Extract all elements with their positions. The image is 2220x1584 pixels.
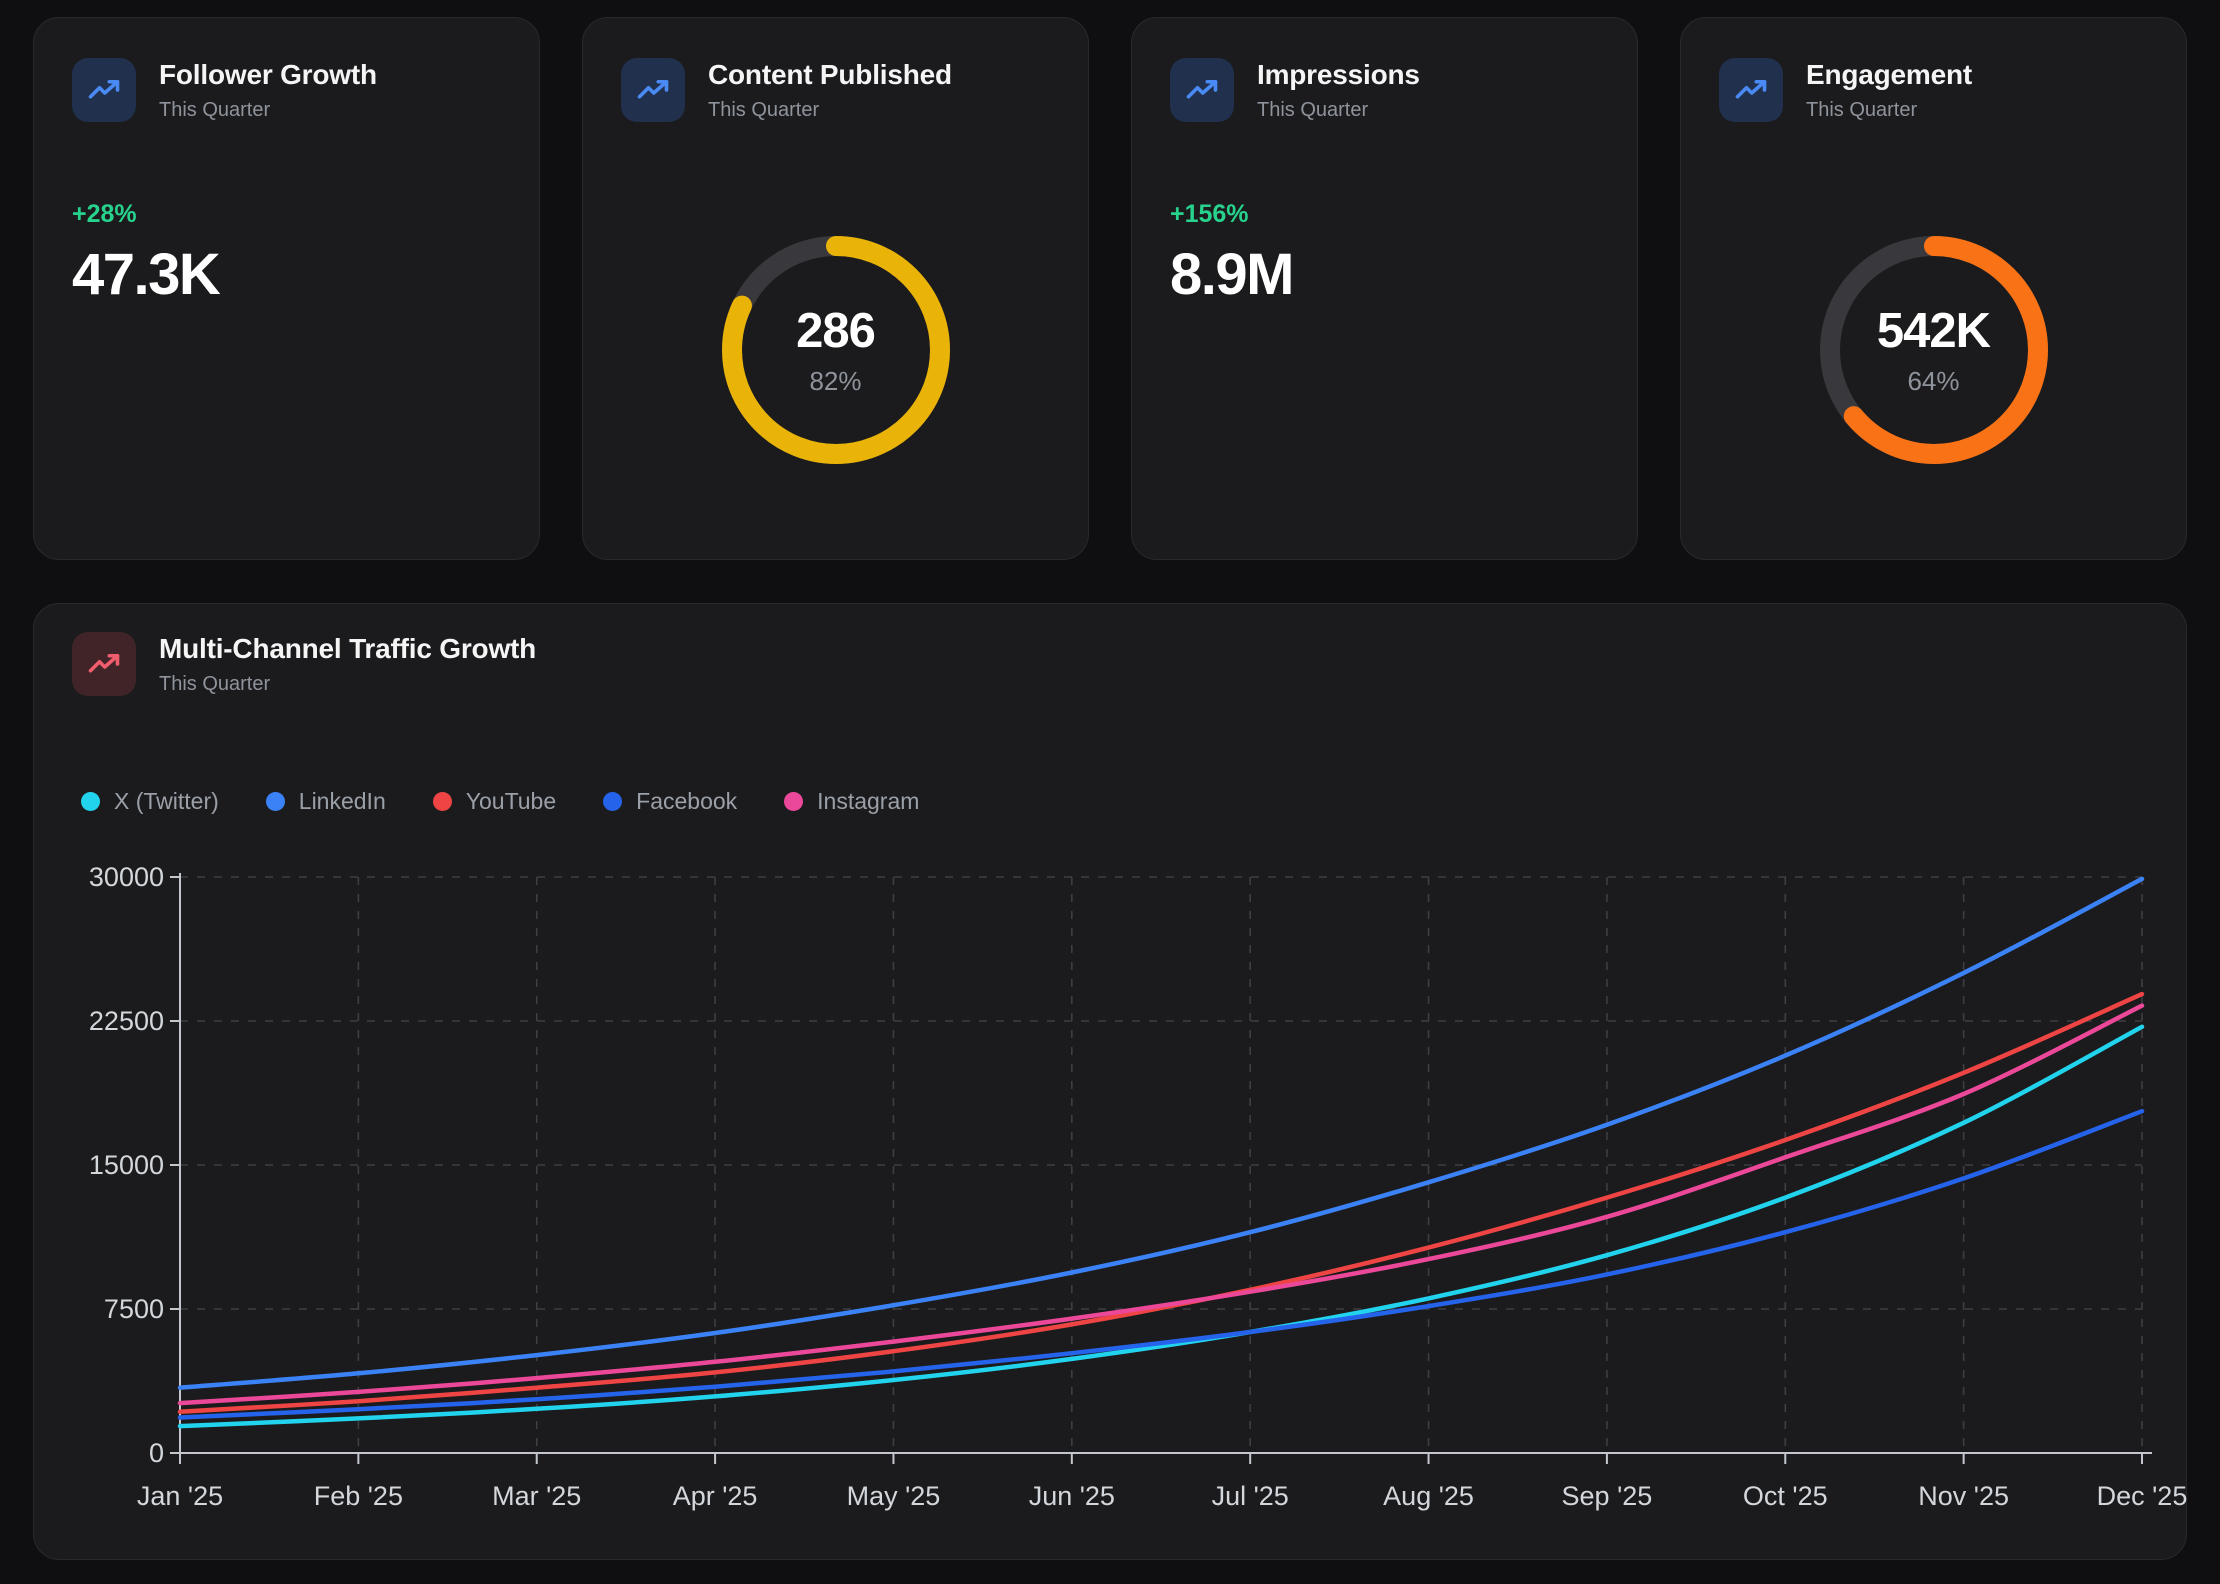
stat-delta: +28% bbox=[72, 200, 501, 229]
card-header: Follower Growth This Quarter bbox=[72, 58, 501, 122]
multi-channel-traffic-card: Multi-Channel Traffic Growth This Quarte… bbox=[33, 603, 2187, 1560]
chart-subtitle: This Quarter bbox=[159, 673, 536, 696]
card-titles: Content Published This Quarter bbox=[708, 59, 952, 122]
svg-text:Aug '25: Aug '25 bbox=[1383, 1481, 1474, 1511]
legend-item-instagram[interactable]: Instagram bbox=[784, 788, 919, 815]
svg-text:Apr '25: Apr '25 bbox=[673, 1481, 758, 1511]
svg-text:15000: 15000 bbox=[89, 1150, 164, 1180]
card-impressions: Impressions This Quarter +156% 8.9M bbox=[1131, 17, 1638, 560]
trending-up-icon bbox=[72, 58, 136, 122]
card-title: Content Published bbox=[708, 59, 952, 91]
svg-text:Oct '25: Oct '25 bbox=[1743, 1481, 1828, 1511]
legend-item-youtube[interactable]: YouTube bbox=[433, 788, 556, 815]
card-subtitle: This Quarter bbox=[708, 99, 952, 122]
trending-up-icon bbox=[72, 632, 136, 696]
legend-item-facebook[interactable]: Facebook bbox=[603, 788, 737, 815]
svg-text:Dec '25: Dec '25 bbox=[2097, 1481, 2188, 1511]
series-color-dot bbox=[433, 792, 452, 811]
legend-label: Instagram bbox=[817, 788, 919, 815]
svg-text:May '25: May '25 bbox=[847, 1481, 941, 1511]
legend-label: LinkedIn bbox=[299, 788, 386, 815]
card-title: Engagement bbox=[1806, 59, 1972, 91]
svg-text:Sep '25: Sep '25 bbox=[1562, 1481, 1653, 1511]
stat-value: 47.3K bbox=[72, 241, 501, 308]
trending-up-icon bbox=[621, 58, 685, 122]
gauge-center: 286 82% bbox=[708, 222, 964, 478]
gauge-donut: 542K 64% bbox=[1719, 222, 2148, 478]
card-content-published: Content Published This Quarter 286 82% bbox=[582, 17, 1089, 560]
card-titles: Impressions This Quarter bbox=[1257, 59, 1420, 122]
series-color-dot bbox=[266, 792, 285, 811]
card-header: Engagement This Quarter bbox=[1719, 58, 2148, 122]
legend-item-x-twitter[interactable]: X (Twitter) bbox=[81, 788, 219, 815]
chart-title: Multi-Channel Traffic Growth bbox=[159, 633, 536, 665]
series-color-dot bbox=[603, 792, 622, 811]
card-header: Content Published This Quarter bbox=[621, 58, 1050, 122]
card-subtitle: This Quarter bbox=[159, 99, 377, 122]
svg-text:Nov '25: Nov '25 bbox=[1918, 1481, 2009, 1511]
card-titles: Follower Growth This Quarter bbox=[159, 59, 377, 122]
card-subtitle: This Quarter bbox=[1257, 99, 1420, 122]
gauge-number: 542K bbox=[1877, 303, 1990, 359]
svg-text:0: 0 bbox=[149, 1438, 164, 1468]
legend-label: Facebook bbox=[636, 788, 737, 815]
card-titles: Engagement This Quarter bbox=[1806, 59, 1972, 122]
chart-legend: X (Twitter) LinkedIn YouTube Facebook In… bbox=[72, 788, 2148, 815]
card-titles: Multi-Channel Traffic Growth This Quarte… bbox=[159, 633, 536, 696]
card-header: Impressions This Quarter bbox=[1170, 58, 1599, 122]
trending-up-icon bbox=[1170, 58, 1234, 122]
card-title: Follower Growth bbox=[159, 59, 377, 91]
stat-block: +156% 8.9M bbox=[1170, 200, 1599, 308]
series-color-dot bbox=[81, 792, 100, 811]
gauge-percent: 64% bbox=[1907, 366, 1959, 397]
svg-text:Jan '25: Jan '25 bbox=[137, 1481, 223, 1511]
svg-text:Jul '25: Jul '25 bbox=[1212, 1481, 1289, 1511]
card-engagement: Engagement This Quarter 542K 64% bbox=[1680, 17, 2187, 560]
gauge-donut: 286 82% bbox=[621, 222, 1050, 478]
stat-value: 8.9M bbox=[1170, 241, 1599, 308]
svg-text:7500: 7500 bbox=[104, 1294, 164, 1324]
stat-block: +28% 47.3K bbox=[72, 200, 501, 308]
svg-text:Feb '25: Feb '25 bbox=[314, 1481, 403, 1511]
stat-delta: +156% bbox=[1170, 200, 1599, 229]
legend-item-linkedin[interactable]: LinkedIn bbox=[266, 788, 386, 815]
svg-text:Mar '25: Mar '25 bbox=[492, 1481, 581, 1511]
trending-up-icon bbox=[1719, 58, 1783, 122]
svg-text:Jun '25: Jun '25 bbox=[1029, 1481, 1115, 1511]
legend-label: YouTube bbox=[466, 788, 556, 815]
line-chart-plot-area: 0 7500 15000 22500 30000 Jan '25 Feb '25 Mar '2… bbox=[72, 849, 2148, 1555]
line-chart: 0 7500 15000 22500 30000 Jan '25 Feb '25 Mar '2… bbox=[72, 849, 2148, 1555]
card-subtitle: This Quarter bbox=[1806, 99, 1972, 122]
kpi-cards-row: Follower Growth This Quarter +28% 47.3K … bbox=[33, 17, 2187, 560]
legend-label: X (Twitter) bbox=[114, 788, 219, 815]
card-title: Impressions bbox=[1257, 59, 1420, 91]
card-header: Multi-Channel Traffic Growth This Quarte… bbox=[72, 632, 2148, 696]
gauge-number: 286 bbox=[796, 303, 875, 359]
card-follower-growth: Follower Growth This Quarter +28% 47.3K bbox=[33, 17, 540, 560]
svg-text:22500: 22500 bbox=[89, 1006, 164, 1036]
series-color-dot bbox=[784, 792, 803, 811]
svg-text:30000: 30000 bbox=[89, 862, 164, 892]
gauge-percent: 82% bbox=[809, 366, 861, 397]
gauge-center: 542K 64% bbox=[1806, 222, 2062, 478]
